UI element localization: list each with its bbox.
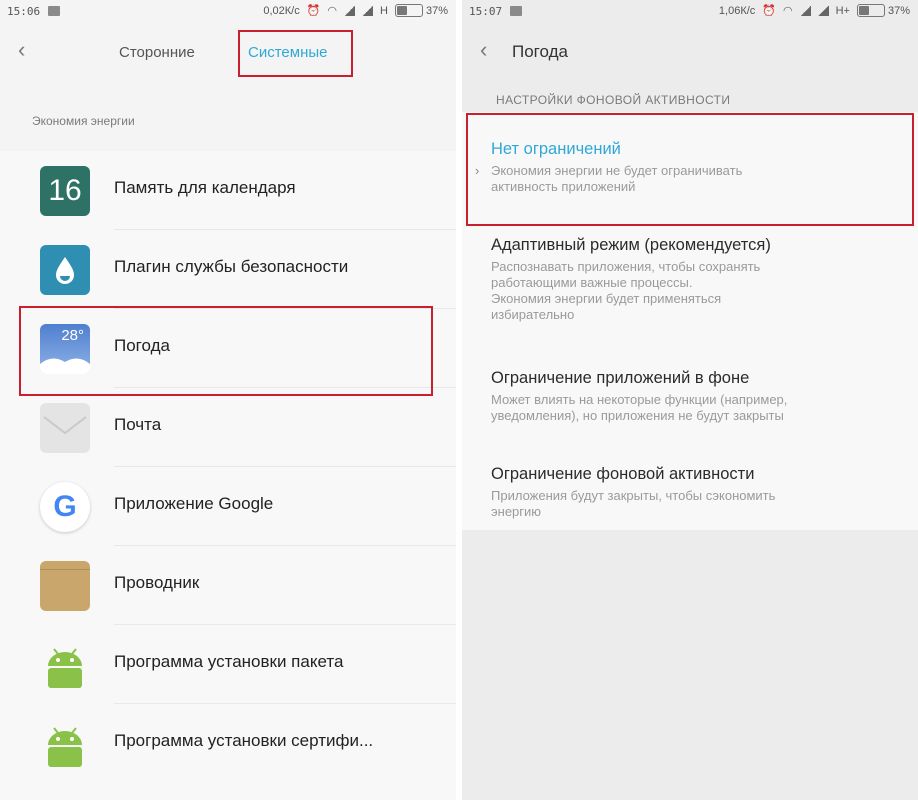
app-label: Плагин службы безопасности xyxy=(114,257,349,276)
status-time: 15:07 xyxy=(469,5,503,18)
option-title: Ограничение приложений в фоне xyxy=(491,369,750,387)
tab-bar: ‹ Сторонние Системные xyxy=(0,24,456,80)
battery-icon: 37% xyxy=(856,4,910,17)
option-desc-line: Может влиять на некоторые функции (напри… xyxy=(491,392,788,407)
option-desc-line: уведомления), но приложения не будут зак… xyxy=(491,408,784,423)
app-label: Проводник xyxy=(114,573,200,592)
page-title: Погода xyxy=(512,42,568,61)
app-list-screen: 15:06 0,02К/c ⏰ ◠ H 37% ‹ Сторонние Сист… xyxy=(0,0,456,800)
list-item-mail[interactable]: Почта xyxy=(0,388,456,467)
back-button[interactable]: ‹ xyxy=(480,36,487,64)
network-type: H xyxy=(380,4,388,17)
highlight-no-restrictions xyxy=(466,113,914,226)
option-desc-line: Экономия энергии будет применяться xyxy=(491,291,722,306)
option-restrict-background-activity[interactable]: Ограничение фоновой активности Приложени… xyxy=(491,465,918,520)
app-label: Почта xyxy=(114,415,162,434)
notification-gallery-icon xyxy=(48,6,60,16)
notification-gallery-icon xyxy=(510,6,522,16)
app-label: Программа установки сертифи... xyxy=(114,731,374,750)
option-desc-line: Распознавать приложения, чтобы сохранять xyxy=(491,259,761,274)
back-button[interactable]: ‹ xyxy=(18,36,25,64)
mail-icon xyxy=(40,403,90,453)
app-list: 16 Память для календаря Плагин службы бе… xyxy=(0,151,456,800)
app-label: Память для календаря xyxy=(114,178,296,197)
signal-icon-2 xyxy=(362,5,374,16)
option-restrict-background-apps[interactable]: Ограничение приложений в фоне Может влия… xyxy=(491,369,918,424)
network-speed: 0,02К/c xyxy=(263,4,300,17)
option-title: Ограничение фоновой активности xyxy=(491,465,755,483)
status-bar: 15:07 1,06К/c ⏰ ◠ H+ 37% xyxy=(462,0,918,24)
option-desc-line: избирательно xyxy=(491,307,575,322)
signal-icon-2 xyxy=(817,5,829,16)
list-item-file-explorer[interactable]: Проводник xyxy=(0,546,456,625)
header: ‹ Погода xyxy=(462,24,918,80)
alarm-icon: ⏰ xyxy=(306,5,321,17)
list-item-calendar-memory[interactable]: 16 Память для календаря xyxy=(0,151,456,230)
list-item-google[interactable]: G Приложение Google xyxy=(0,467,456,546)
alarm-icon: ⏰ xyxy=(762,5,776,17)
option-desc-line: Приложения будут закрыты, чтобы сэкономи… xyxy=(491,488,776,503)
list-item-certificate-installer[interactable]: Программа установки сертифи... xyxy=(0,704,456,783)
android-icon xyxy=(40,719,90,769)
app-label: Программа установки пакета xyxy=(114,652,344,671)
list-item-security-plugin[interactable]: Плагин службы безопасности xyxy=(0,230,456,309)
option-desc-line: энергию xyxy=(491,504,542,519)
section-header: Экономия энергии xyxy=(32,114,135,128)
google-icon: G xyxy=(40,482,90,532)
option-title: Адаптивный режим (рекомендуется) xyxy=(491,236,771,254)
battery-icon: 37% xyxy=(394,4,448,17)
security-plugin-icon xyxy=(40,245,90,295)
wifi-icon: ◠ xyxy=(327,5,338,17)
highlight-weather-row xyxy=(19,306,433,396)
weather-settings-screen: 15:07 1,06К/c ⏰ ◠ H+ 37% ‹ Погода НАСТРО… xyxy=(462,0,918,800)
option-desc-line: работающими важные процессы. xyxy=(491,275,693,290)
battery-percent: 37% xyxy=(887,4,910,17)
android-icon xyxy=(40,640,90,690)
file-explorer-icon xyxy=(40,561,90,611)
signal-icon xyxy=(344,5,356,16)
calendar-icon: 16 xyxy=(40,166,90,216)
highlight-tab-system xyxy=(238,30,353,77)
signal-icon xyxy=(799,5,811,16)
network-speed: 1,06К/c xyxy=(718,4,756,17)
tab-third-party[interactable]: Сторонние xyxy=(119,44,195,61)
network-type: H+ xyxy=(835,4,850,17)
status-time: 15:06 xyxy=(7,5,41,18)
option-adaptive-mode[interactable]: Адаптивный режим (рекомендуется) Распозн… xyxy=(491,236,918,323)
wifi-icon: ◠ xyxy=(782,5,793,17)
section-header: НАСТРОЙКИ ФОНОВОЙ АКТИВНОСТИ xyxy=(496,93,731,107)
list-item-package-installer[interactable]: Программа установки пакета xyxy=(0,625,456,704)
battery-percent: 37% xyxy=(425,4,448,17)
status-bar: 15:06 0,02К/c ⏰ ◠ H 37% xyxy=(0,0,456,24)
app-label: Приложение Google xyxy=(114,494,274,513)
